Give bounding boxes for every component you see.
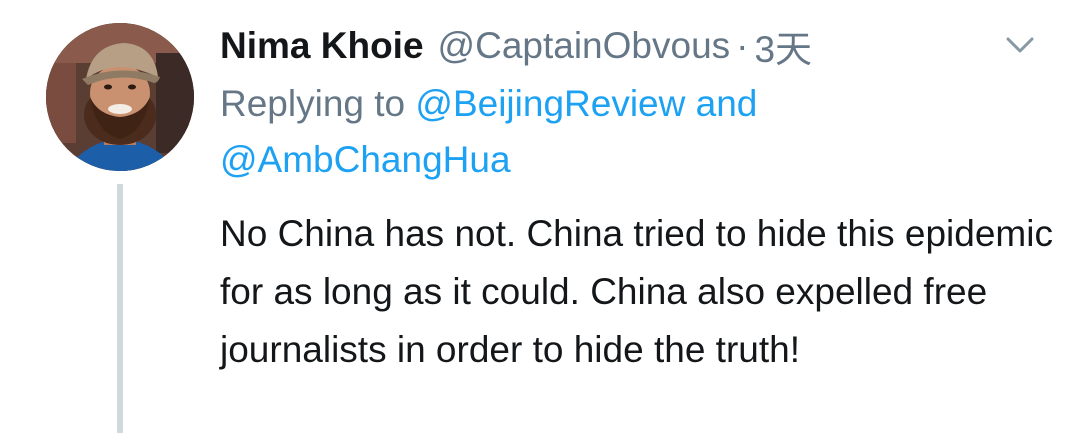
replying-to-label: Replying to	[220, 83, 406, 124]
timestamp[interactable]: 3天	[754, 19, 812, 73]
tweet-card[interactable]: Nima Khoie @CaptainObvous · 3天 Replying …	[0, 0, 1080, 433]
replying-to: Replying to @BeijingReview and @AmbChang…	[220, 76, 980, 188]
tweet-header: Nima Khoie @CaptainObvous · 3天	[220, 22, 812, 70]
reply-handle-link[interactable]: @BeijingReview	[415, 83, 685, 124]
author-handle[interactable]: @CaptainObvous	[438, 25, 731, 67]
reply-joiner: and	[695, 83, 758, 124]
thread-line	[117, 184, 123, 433]
reply-handle-link[interactable]: @AmbChangHua	[220, 139, 511, 180]
separator-dot: ·	[736, 25, 749, 66]
chevron-down-icon[interactable]	[1000, 30, 1040, 60]
avatar[interactable]	[46, 23, 194, 171]
author-name[interactable]: Nima Khoie	[220, 25, 424, 67]
tweet-text: No China has not. China tried to hide th…	[220, 213, 1053, 370]
avatar-photo	[46, 23, 194, 171]
